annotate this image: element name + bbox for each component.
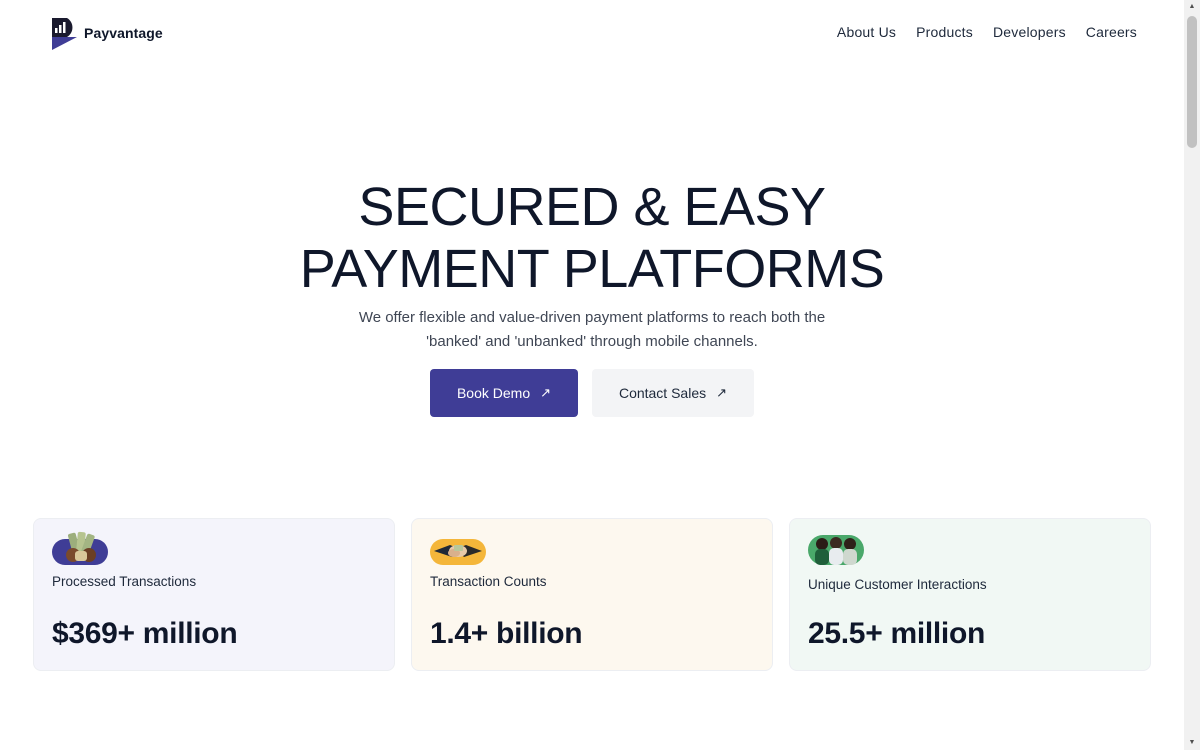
arrow-up-right-icon: ↗ — [716, 385, 728, 400]
handshake-icon — [430, 539, 486, 565]
hero-subtitle: We offer flexible and value-driven payme… — [358, 309, 826, 350]
stat-label: Unique Customer Interactions — [808, 577, 987, 592]
hero-section: SECURED & EASY PAYMENT PLATFORMS We offe… — [0, 176, 1184, 354]
nav-developers[interactable]: Developers — [993, 24, 1066, 40]
nav-about-us[interactable]: About Us — [837, 24, 896, 40]
nav-careers[interactable]: Careers — [1086, 24, 1137, 40]
logo[interactable]: Payvantage — [51, 15, 163, 50]
main-nav: About Us Products Developers Careers — [837, 24, 1137, 40]
stat-label: Processed Transactions — [52, 574, 197, 589]
hero-title-line-2: PAYMENT PLATFORMS — [299, 239, 885, 299]
arrow-up-right-icon: ↗ — [540, 385, 552, 400]
payvantage-logo-icon — [52, 18, 77, 50]
contact-sales-button[interactable]: Contact Sales ↗ — [592, 369, 754, 417]
contact-sales-label: Contact Sales — [618, 385, 707, 401]
stats-row: Processed Transactions $369+ million Tra… — [33, 518, 1151, 671]
hero-title: SECURED & EASY PAYMENT PLATFORMS — [0, 176, 1184, 300]
stat-value: 1.4+ billion — [430, 617, 583, 650]
hero-title-line-1: SECURED & EASY — [358, 177, 826, 237]
scroll-down-arrow-icon[interactable]: ▼ — [1184, 736, 1200, 750]
vertical-scrollbar[interactable]: ▲ ▼ — [1184, 0, 1200, 750]
scrollbar-thumb[interactable] — [1187, 16, 1197, 148]
stat-value: $369+ million — [52, 617, 238, 650]
book-demo-label: Book Demo — [456, 385, 531, 401]
stat-card-processed-transactions: Processed Transactions $369+ million — [33, 518, 395, 671]
cta-group: Book Demo ↗ Contact Sales ↗ — [430, 369, 754, 417]
nav-products[interactable]: Products — [916, 24, 973, 40]
book-demo-button[interactable]: Book Demo ↗ — [430, 369, 578, 417]
customers-icon — [808, 535, 864, 565]
stat-card-transaction-counts: Transaction Counts 1.4+ billion — [411, 518, 773, 671]
stat-label: Transaction Counts — [430, 574, 547, 589]
site-header: Payvantage About Us Products Developers … — [0, 0, 1184, 66]
cash-hands-icon — [52, 531, 108, 565]
scroll-up-arrow-icon[interactable]: ▲ — [1184, 0, 1200, 14]
brand-name: Payvantage — [84, 24, 163, 41]
stat-value: 25.5+ million — [808, 617, 986, 650]
stat-card-unique-customer-interactions: Unique Customer Interactions 25.5+ milli… — [789, 518, 1151, 671]
